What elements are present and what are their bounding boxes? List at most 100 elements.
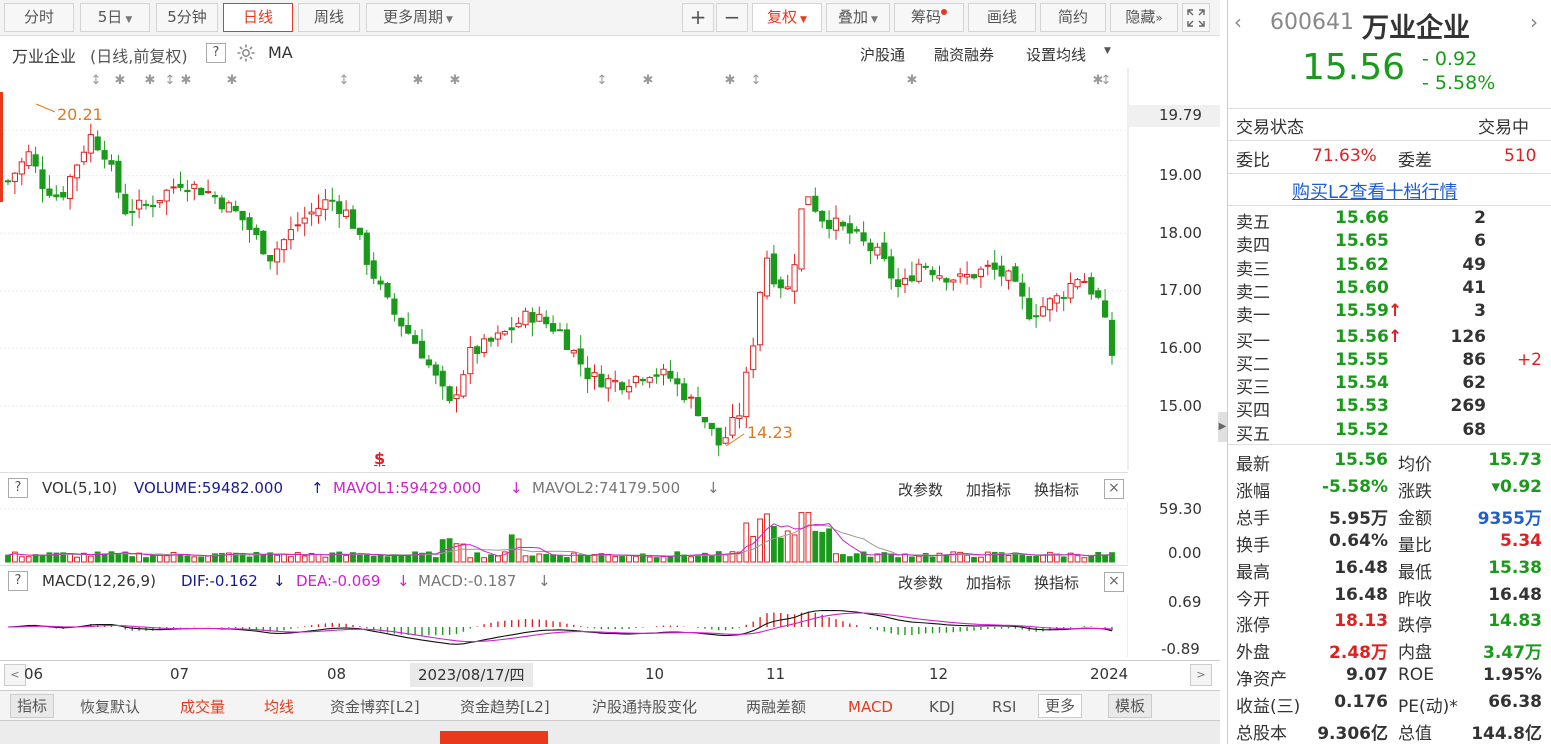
adjust-button[interactable]: 复权 ▼ — [752, 3, 822, 32]
stat-value: 9.07 — [1346, 665, 1388, 686]
tab-timeshare[interactable]: 分时 — [4, 3, 74, 32]
tab-fund-trend[interactable]: 资金趋势[L2] — [460, 696, 550, 718]
candle-body — [205, 191, 212, 194]
event-star-icon[interactable]: ✱ — [450, 73, 461, 88]
help-button[interactable]: ? — [206, 43, 226, 63]
close-icon[interactable]: × — [1104, 479, 1124, 499]
scroll-right-button[interactable]: > — [1190, 664, 1212, 686]
volume-bar — [646, 556, 653, 563]
candle-body — [653, 374, 660, 377]
stat-label: ROE — [1398, 665, 1434, 686]
add-indicator-button[interactable]: 加指标 — [966, 479, 1011, 500]
event-star-icon[interactable]: ✱ — [115, 73, 126, 88]
candle-body — [398, 317, 405, 327]
order-price: 15.52 — [1335, 419, 1389, 440]
event-arrow-icon[interactable]: ↕ — [597, 73, 608, 88]
event-star-icon[interactable]: ✱ — [145, 73, 156, 88]
change-params-button[interactable]: 改参数 — [898, 479, 943, 500]
event-star-icon[interactable]: ✱ — [227, 73, 238, 88]
candlestick-chart[interactable]: ↕ ✱ ✱ ↕ ✱ ✱ ↕ ✱ ✱ ↕ ✱ ✱ ↕ ✱ ✱↕ — [0, 68, 1220, 470]
tab-more-periods[interactable]: 更多周期 ▼ — [366, 3, 470, 32]
chevron-right-icon[interactable]: › — [1530, 10, 1538, 34]
candle-body — [87, 134, 94, 154]
tab-5min[interactable]: 5分钟 — [156, 3, 218, 32]
volume-bar — [87, 555, 94, 563]
tab-restore-default[interactable]: 恢复默认 — [80, 696, 140, 718]
order-level-label: 卖五 — [1236, 213, 1270, 233]
volume-bar — [764, 513, 770, 563]
volume-bar — [246, 556, 253, 563]
volume-bar — [315, 553, 322, 563]
chevron-left-icon[interactable]: ‹ — [1234, 10, 1242, 34]
zoom-out-button[interactable]: − — [716, 3, 748, 32]
candle-body — [763, 257, 771, 297]
stat-label: 最低 — [1398, 562, 1432, 583]
volume-bar — [301, 555, 308, 563]
volume-panel-header: ? VOL(5,10) VOLUME:59482.000 ↑ MAVOL1:59… — [0, 472, 1128, 502]
active-footer-tab[interactable] — [440, 731, 548, 744]
event-star-icon[interactable]: ✱ — [725, 73, 736, 88]
candle-body — [563, 329, 570, 350]
event-arrow-icon[interactable]: ↕ — [165, 73, 176, 88]
link-ma-settings[interactable]: 设置均线 — [1026, 44, 1086, 65]
tab-weekly[interactable]: 周线 — [298, 3, 360, 32]
event-arrow-icon[interactable]: ↕ — [1101, 73, 1112, 88]
tab-volume[interactable]: 成交量 — [180, 696, 225, 718]
overlay-button[interactable]: 叠加 ▼ — [826, 3, 890, 32]
candle-body — [453, 394, 460, 400]
tab-margin-diff[interactable]: 两融差额 — [746, 696, 806, 718]
candle-body — [80, 151, 88, 163]
tab-more[interactable]: 更多 — [1038, 694, 1083, 718]
candle-body — [218, 197, 226, 210]
change-params-button[interactable]: 改参数 — [898, 572, 943, 593]
tab-fund-game[interactable]: 资金博弈[L2] — [330, 696, 420, 718]
event-arrow-icon[interactable]: ↕ — [339, 73, 350, 88]
volume-bar — [377, 554, 384, 563]
stat-value: 9.306亿 — [1317, 724, 1388, 744]
draw-button[interactable]: 画线 — [968, 3, 1036, 32]
event-star-icon[interactable]: ✱ — [907, 73, 918, 88]
simple-button[interactable]: 简约 — [1040, 3, 1106, 32]
help-button[interactable]: ? — [8, 571, 28, 591]
price-change-pct: - 5.58% — [1422, 72, 1496, 94]
event-star-icon[interactable]: ✱ — [181, 73, 192, 88]
tab-template[interactable]: 模板 — [1108, 694, 1153, 718]
tab-hugutong-holding[interactable]: 沪股通持股变化 — [592, 696, 697, 718]
dividend-marker-icon[interactable]: $ — [374, 449, 385, 468]
volume-bar — [950, 551, 957, 563]
hide-button[interactable]: 隐藏» — [1110, 3, 1178, 32]
link-hugutong[interactable]: 沪股通 — [860, 44, 905, 65]
stat-value: 1.95% — [1483, 665, 1542, 686]
link-margin-trading[interactable]: 融资融券 — [934, 44, 994, 65]
help-button[interactable]: ? — [8, 478, 28, 498]
tab-5day[interactable]: 5日 ▼ — [80, 3, 150, 32]
order-price: 15.60 — [1335, 277, 1389, 298]
candle-body — [550, 323, 557, 332]
chips-button[interactable]: 筹码 — [894, 3, 964, 32]
volume-bar — [1102, 554, 1108, 563]
tab-rsi[interactable]: RSI — [992, 696, 1016, 718]
tab-indicator[interactable]: 指标 — [10, 694, 55, 718]
zoom-in-button[interactable]: + — [682, 3, 714, 32]
tab-daily[interactable]: 日线 — [223, 3, 293, 32]
event-star-icon[interactable]: ✱ — [643, 73, 654, 88]
event-arrow-icon[interactable]: ↕ — [751, 73, 762, 88]
collapse-panel-button[interactable]: ▶ — [1218, 412, 1227, 442]
event-arrow-icon[interactable]: ↕ — [91, 73, 102, 88]
volume-bar — [1033, 555, 1039, 563]
gear-icon[interactable] — [236, 43, 256, 63]
close-icon[interactable]: × — [1104, 572, 1124, 592]
switch-indicator-button[interactable]: 换指标 — [1034, 479, 1079, 500]
volume-bar — [260, 554, 267, 563]
up-arrow-icon: ↑ — [311, 479, 324, 497]
scroll-left-button[interactable]: < — [4, 664, 26, 686]
fullscreen-button[interactable] — [1182, 3, 1210, 32]
tab-ma[interactable]: 均线 — [264, 696, 294, 718]
l2-link[interactable]: 购买L2查看十档行情 — [1292, 178, 1457, 204]
tab-kdj[interactable]: KDJ — [929, 696, 955, 718]
switch-indicator-button[interactable]: 换指标 — [1034, 572, 1079, 593]
stat-label: 总手 — [1236, 508, 1270, 529]
event-star-icon[interactable]: ✱ — [413, 73, 424, 88]
add-indicator-button[interactable]: 加指标 — [966, 572, 1011, 593]
tab-macd[interactable]: MACD — [848, 696, 893, 718]
